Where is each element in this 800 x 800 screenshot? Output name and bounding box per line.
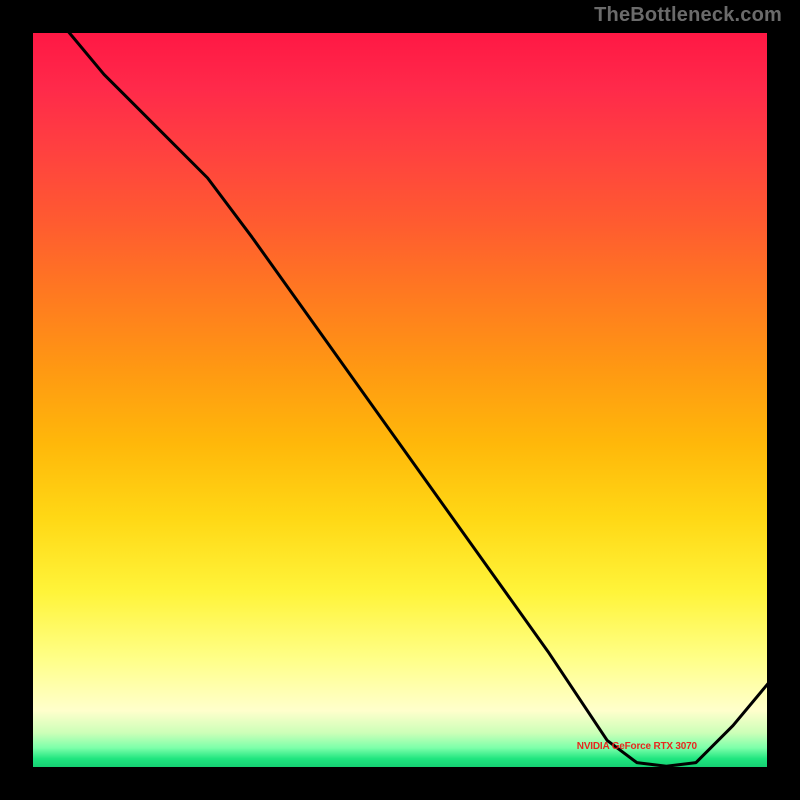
chart-frame: TheBottleneck.com NVIDIA GeForce RTX 307… xyxy=(0,0,800,800)
gradient-background xyxy=(30,30,770,770)
watermark-text: TheBottleneck.com xyxy=(594,4,782,27)
plot-area: NVIDIA GeForce RTX 3070 xyxy=(30,30,770,770)
gpu-annotation-label: NVIDIA GeForce RTX 3070 xyxy=(577,741,697,752)
